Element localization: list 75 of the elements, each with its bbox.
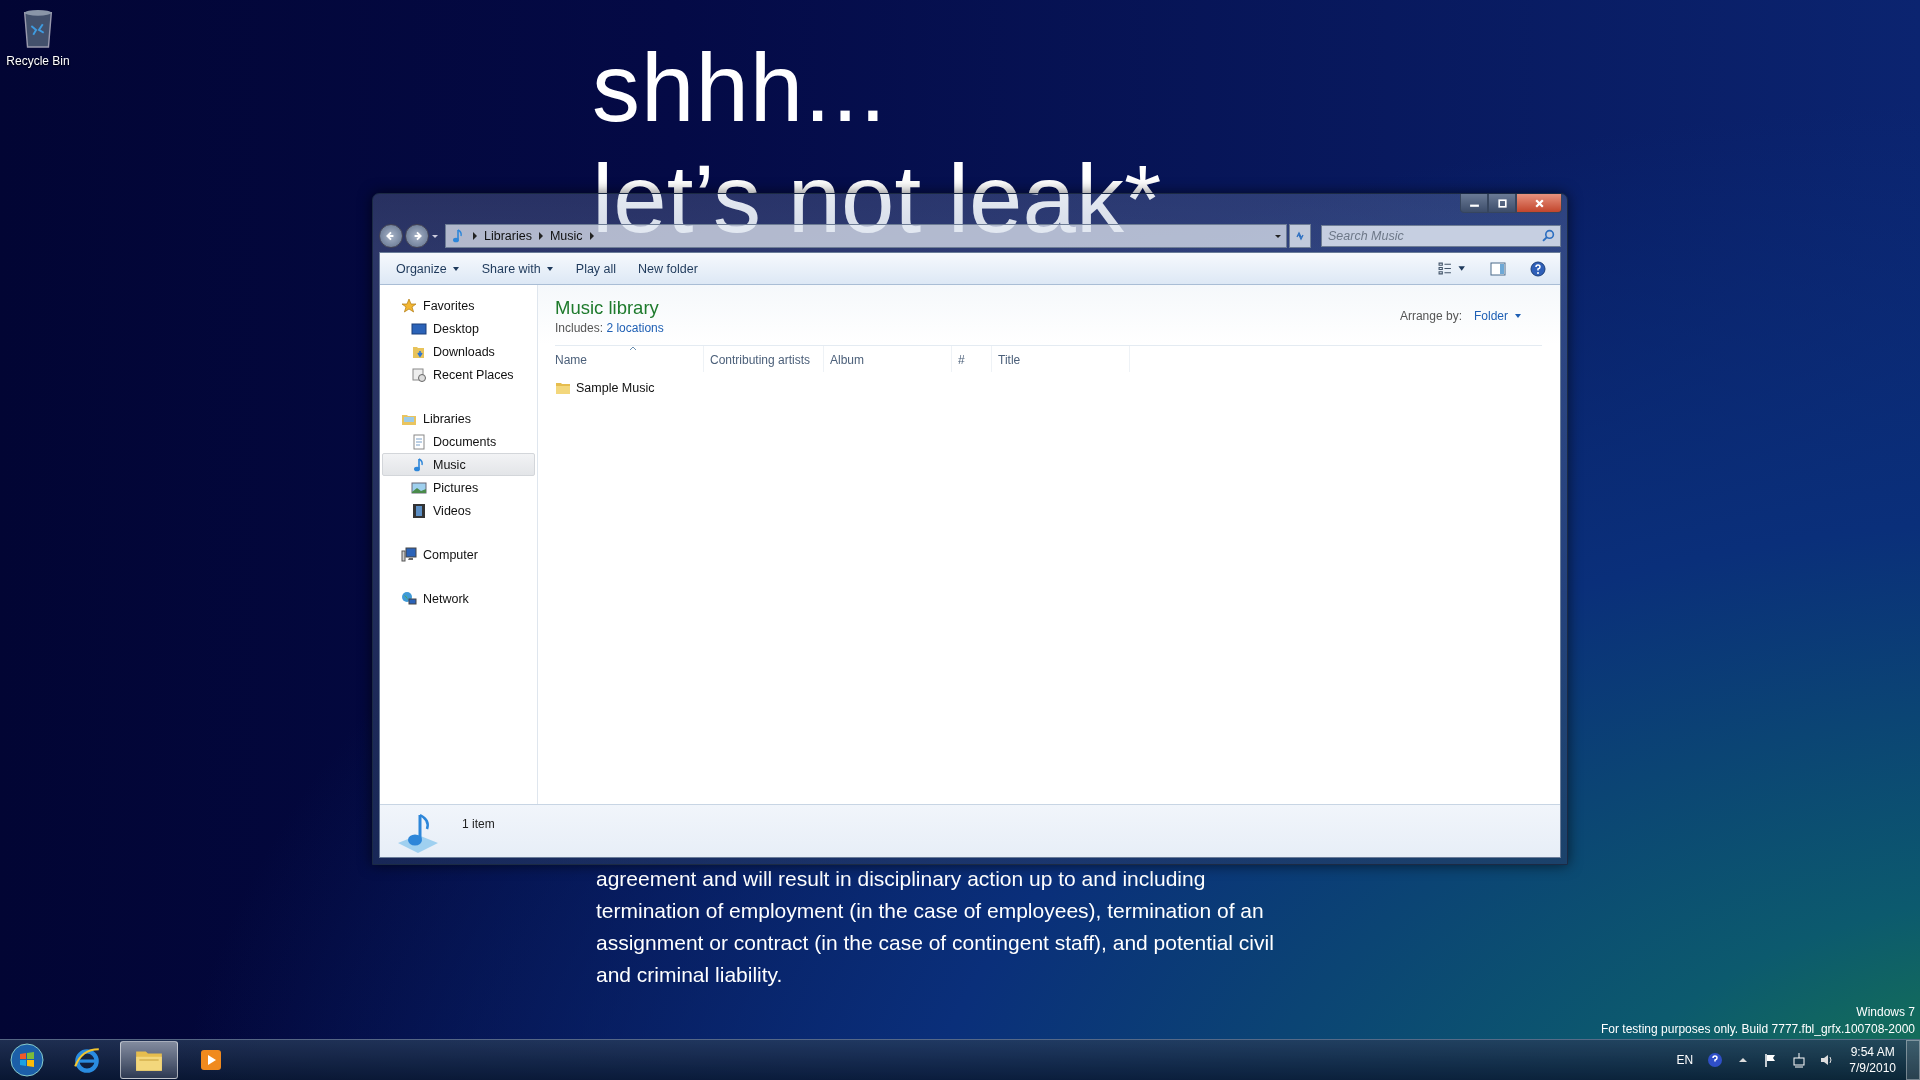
refresh-icon — [1294, 230, 1306, 242]
back-button[interactable] — [379, 224, 403, 248]
wallpaper-paragraph: agreement and will result in disciplinary action up to and including termination of employment (in the case of employees), termination of an assignment or contract (in the case of contingent staff), and potential civil and criminal liability. — [596, 866, 1274, 988]
network-icon — [401, 590, 417, 607]
minimize-button[interactable] — [1460, 194, 1488, 213]
pane-icon — [1490, 261, 1506, 276]
toolbar-button[interactable]: Share with — [473, 258, 562, 279]
column-header[interactable]: Album — [824, 346, 952, 372]
taskbar-button[interactable] — [120, 1041, 178, 1079]
includes-label: Includes: — [555, 321, 604, 335]
windows-logo-icon — [9, 1042, 45, 1078]
build-notice: Windows 7 — [1855, 1004, 1915, 1021]
search-field[interactable]: Search Music — [1321, 225, 1561, 247]
close-button[interactable] — [1516, 194, 1562, 213]
history-dropdown-icon[interactable] — [431, 232, 439, 240]
folder-item[interactable]: Sample Music — [555, 378, 657, 398]
network-status-icon[interactable] — [1791, 1052, 1808, 1068]
toolbar-button[interactable]: Organize — [388, 258, 468, 279]
refresh-button[interactable] — [1289, 224, 1311, 248]
recycle-bin-shortcut[interactable]: Recycle Bin — [4, 6, 72, 68]
help-icon[interactable] — [1707, 1052, 1724, 1068]
language-indicator[interactable]: EN — [1676, 1053, 1694, 1067]
list-view-icon — [1438, 262, 1466, 275]
nav-item[interactable]: Pictures — [382, 476, 535, 499]
nav-item[interactable]: Libraries — [382, 407, 535, 430]
film-icon — [411, 502, 427, 519]
nav-item[interactable]: Recent Places — [382, 363, 535, 386]
recent-places-icon — [411, 366, 427, 383]
breadcrumb-arrow-icon[interactable] — [537, 232, 544, 240]
library-title: Music library — [555, 297, 660, 319]
nav-item[interactable]: Music — [382, 453, 535, 476]
document-icon — [411, 433, 427, 450]
forward-button[interactable] — [405, 224, 429, 248]
breadcrumb[interactable]: Libraries — [484, 229, 532, 243]
toolbar-button[interactable]: Play all — [567, 258, 625, 279]
nav-item[interactable]: Desktop — [382, 317, 535, 340]
close-icon — [1533, 198, 1545, 208]
help-icon — [1530, 260, 1546, 277]
monitor-icon — [411, 320, 427, 337]
play-icon — [199, 1048, 223, 1072]
star-icon — [401, 297, 417, 314]
nav-item[interactable]: Downloads — [382, 340, 535, 363]
caret-icon — [451, 264, 460, 273]
build-notice: For testing purposes only. Build 7777.fbl_grfx.100708-2000 — [1601, 1021, 1915, 1038]
maximize-icon — [1496, 198, 1508, 208]
breadcrumb-arrow-icon[interactable] — [472, 232, 478, 240]
nav-item[interactable]: Favorites — [382, 294, 535, 317]
maximize-button[interactable] — [1488, 194, 1516, 213]
e-logo-icon — [72, 1045, 102, 1075]
folder-icon — [555, 380, 571, 396]
nav-item[interactable]: Network — [382, 587, 535, 610]
clock[interactable]: 9:54 AM 7/9/2010 — [1849, 1044, 1896, 1076]
column-header[interactable]: Contributing artists — [704, 346, 824, 372]
caret-icon — [1514, 312, 1522, 320]
breadcrumb-arrow-icon[interactable] — [588, 232, 595, 240]
arrange-dropdown[interactable]: Folder — [1474, 309, 1522, 323]
nav-item[interactable]: Videos — [382, 499, 535, 522]
show-desktop-button[interactable] — [1906, 1040, 1920, 1080]
column-header[interactable]: Name — [555, 346, 704, 372]
wallpaper-headline: shhh... — [592, 40, 889, 136]
picture-icon — [411, 479, 427, 496]
computer-icon — [401, 546, 417, 563]
item-count: 1 item — [462, 817, 495, 831]
search-icon[interactable] — [1542, 229, 1555, 242]
column-header[interactable]: Title — [992, 346, 1130, 372]
dropdown-arrow-icon[interactable] — [1274, 232, 1282, 240]
caret-icon — [545, 264, 554, 273]
toolbar-button[interactable]: New folder — [630, 258, 706, 279]
nav-item[interactable]: Documents — [382, 430, 535, 453]
arrange-by-label: Arrange by: — [1399, 309, 1462, 323]
locations-link[interactable]: 2 locations — [606, 321, 664, 335]
sort-caret-icon — [629, 346, 637, 351]
nav-item[interactable]: Computer — [382, 543, 535, 566]
breadcrumb[interactable]: Music — [549, 229, 583, 243]
column-header[interactable]: # — [952, 346, 992, 372]
